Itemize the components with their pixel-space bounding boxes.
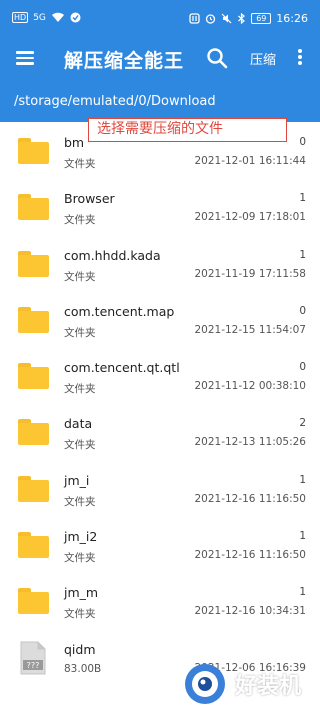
signal-label: 5G [33,12,46,23]
folder-icon [18,194,49,221]
alarm-icon [206,14,216,24]
item-type: 文件夹 [64,158,96,170]
list-item[interactable]: jm_m 文件夹 1 2021-12-16 10:34:31 [0,574,320,630]
list-item[interactable]: com.tencent.map 文件夹 0 2021-12-15 11:54:0… [0,293,320,349]
list-item[interactable]: com.tencent.qt.qtl 文件夹 0 2021-11-12 00:3… [0,349,320,405]
item-count: 2 [299,417,306,430]
status-right: 69 16:26 [189,12,308,25]
file-list: bm 文件夹 0 2021-12-01 16:11:44 Browser 文件夹… [0,124,320,687]
app-bar: 解压缩全能王 压缩 [0,38,320,80]
item-name: qidm [64,641,96,657]
item-name: com.tencent.map [64,303,175,319]
folder-icon [18,419,49,446]
watermark-logo-icon [185,664,225,704]
item-name: Browser [64,191,115,207]
more-icon[interactable] [296,47,304,69]
notification-icon [70,12,81,23]
battery-level: 69 [251,13,272,24]
item-count: 0 [299,304,306,317]
svg-text:???: ??? [27,661,40,670]
item-type: 文件夹 [64,326,96,339]
carrier-label: HD [12,12,29,23]
folder-icon [18,363,49,390]
item-name: bm [64,135,85,150]
list-item[interactable]: com.hhdd.kada 文件夹 1 2021-11-19 17:11:58 [0,237,320,293]
item-name: data [64,416,93,432]
menu-icon[interactable] [14,48,36,70]
item-date: 2021-11-12 00:38:10 [194,380,306,393]
folder-icon [18,588,49,615]
search-icon[interactable] [206,47,228,69]
item-count: 0 [299,361,306,374]
compress-button[interactable]: 压缩 [250,49,276,68]
folder-icon [18,250,49,277]
breadcrumb[interactable]: /storage/emulated/0/Download [14,94,216,109]
item-type: 文件夹 [64,383,96,396]
watermark: 好装机 [183,662,311,706]
bluetooth-icon [238,13,246,24]
item-date: 2021-12-16 10:34:31 [194,605,306,618]
item-date: 2021-12-13 11:05:26 [194,436,306,449]
item-date: 2021-12-16 11:16:50 [194,549,306,562]
item-type: 文件夹 [64,439,96,452]
annotation-label: 选择需要压缩的文件 [88,118,287,142]
path-bar: /storage/emulated/0/Download [0,80,320,122]
item-name: com.hhdd.kada [64,247,161,263]
item-count: 1 [299,192,306,205]
item-count: 1 [299,530,306,543]
mute-icon [221,13,232,24]
item-type: 文件夹 [64,608,96,621]
item-count: 1 [299,473,306,486]
item-size: 83.00B [64,662,102,675]
item-count: 1 [299,248,306,261]
item-date: 2021-12-01 16:11:44 [194,155,306,167]
folder-icon [18,138,49,164]
item-type: 文件夹 [64,552,96,565]
item-date: 2021-12-15 11:54:07 [194,323,306,336]
item-type: 文件夹 [64,495,96,508]
watermark-text: 好装机 [235,674,302,699]
nfc-icon [189,13,200,24]
unknown-file-icon: ??? [20,641,46,675]
item-name: jm_i [64,472,90,488]
list-item[interactable]: jm_i2 文件夹 1 2021-12-16 11:16:50 [0,518,320,574]
folder-icon [18,475,49,502]
app-title: 解压缩全能王 [64,50,185,72]
status-left: HD 5G [12,12,81,23]
item-name: com.tencent.qt.qtl [64,360,180,376]
list-item[interactable]: Browser 文件夹 1 2021-12-09 17:18:01 [0,180,320,236]
item-type: 文件夹 [64,214,96,227]
item-type: 文件夹 [64,270,96,283]
status-bar: HD 5G 69 16:26 [0,0,320,38]
item-name: jm_i2 [64,529,98,545]
item-count: 1 [299,586,306,599]
list-item[interactable]: jm_i 文件夹 1 2021-12-16 11:16:50 [0,462,320,518]
item-date: 2021-11-19 17:11:58 [194,267,306,280]
folder-icon [18,532,49,559]
item-count: 0 [299,136,306,148]
list-item[interactable]: data 文件夹 2 2021-12-13 11:05:26 [0,405,320,461]
clock: 16:26 [276,12,308,25]
folder-icon [18,306,49,333]
wifi-icon [51,12,64,22]
item-date: 2021-12-09 17:18:01 [194,211,306,224]
item-date: 2021-12-16 11:16:50 [194,492,306,505]
item-name: jm_m [64,585,99,601]
